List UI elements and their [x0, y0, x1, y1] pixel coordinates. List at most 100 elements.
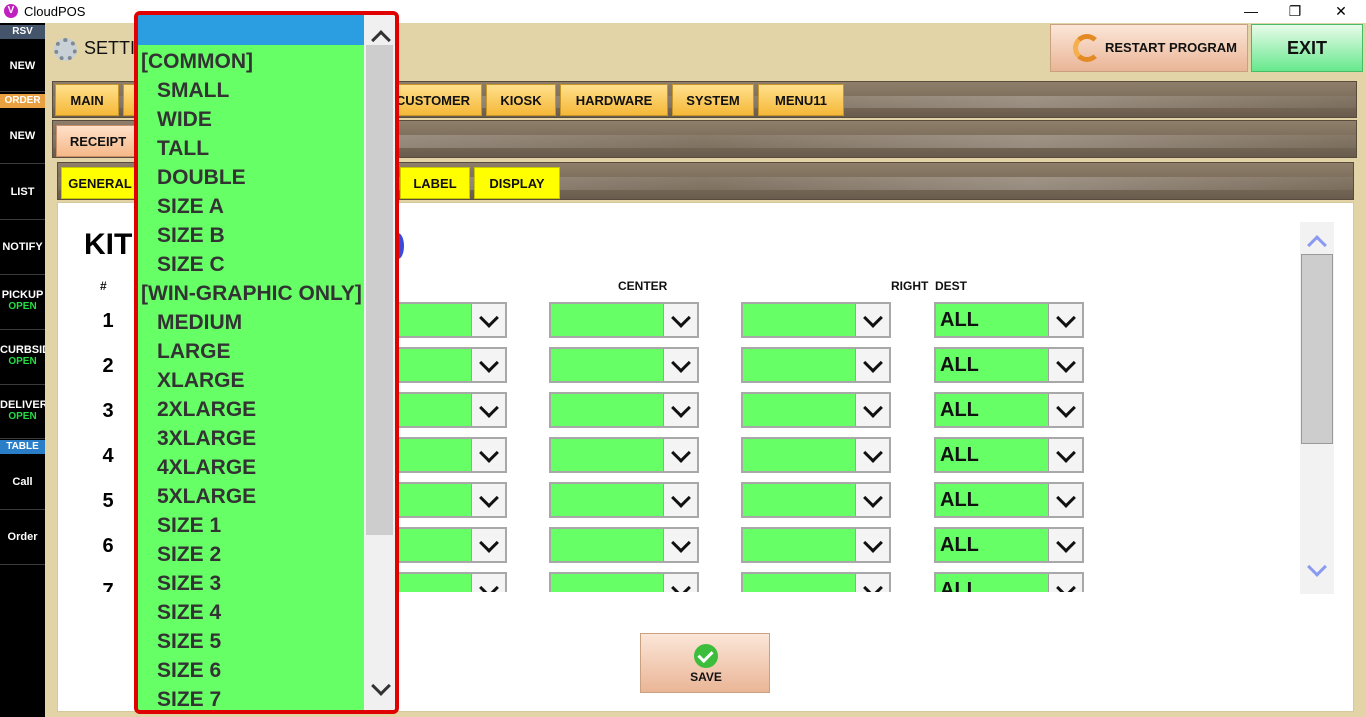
dropdown-option[interactable]: SIZE A	[138, 192, 364, 221]
right-select[interactable]	[741, 482, 891, 518]
center-select[interactable]	[549, 572, 699, 592]
exit-button[interactable]: EXIT	[1251, 24, 1363, 72]
save-label: SAVE	[690, 670, 722, 684]
center-select[interactable]	[549, 392, 699, 428]
order-new-label: NEW	[9, 130, 36, 142]
dropdown-option[interactable]: SIZE 6	[138, 656, 364, 685]
chevron-down-icon	[471, 394, 505, 426]
dest-value: ALL	[940, 534, 979, 556]
center-select[interactable]	[549, 482, 699, 518]
order-button[interactable]: Order	[0, 510, 45, 565]
row-number: 1	[102, 310, 114, 332]
dest-select[interactable]: ALL	[934, 572, 1084, 592]
right-select[interactable]	[741, 347, 891, 383]
dropdown-option[interactable]: SIZE 3	[138, 569, 364, 598]
order-new-button[interactable]: NEW	[0, 109, 45, 164]
dropdown-option[interactable]: 4XLARGE	[138, 453, 364, 482]
dest-value: ALL	[940, 354, 979, 376]
chevron-down-icon	[471, 484, 505, 516]
dropdown-option[interactable]: SIZE 1	[138, 511, 364, 540]
dest-select[interactable]: ALL	[934, 437, 1084, 473]
dest-value: ALL	[940, 444, 979, 466]
center-select[interactable]	[549, 347, 699, 383]
restart-program-button[interactable]: RESTART PROGRAM	[1050, 24, 1248, 72]
chevron-down-icon	[471, 574, 505, 592]
page-title: SETTI	[84, 38, 136, 58]
tab-receipt[interactable]: RECEIPT	[56, 125, 140, 157]
list-button[interactable]: LIST	[0, 164, 45, 220]
chevron-down-icon	[663, 529, 697, 561]
row-number: 5	[102, 490, 114, 512]
notify-button[interactable]: NOTIFY	[0, 220, 45, 275]
dest-select[interactable]: ALL	[934, 302, 1084, 338]
font-size-dropdown[interactable]: [COMMON] SMALL WIDE TALL DOUBLE SIZE A SIZE BS…	[134, 11, 399, 714]
dropdown-option[interactable]: 2XLARGE	[138, 395, 364, 424]
call-button[interactable]: Call	[0, 455, 45, 510]
rsv-new-button[interactable]: NEW	[0, 40, 45, 92]
center-select[interactable]	[549, 437, 699, 473]
tab-kiosk[interactable]: KIOSK	[486, 84, 556, 116]
dropdown-option[interactable]: MEDIUM	[138, 308, 364, 337]
right-select[interactable]	[741, 437, 891, 473]
dropdown-selected-row[interactable]	[138, 15, 364, 45]
center-select[interactable]	[549, 527, 699, 563]
curbside-button[interactable]: CURBSIDOPEN	[0, 330, 45, 385]
dropdown-option[interactable]: TALL	[138, 134, 364, 163]
dropdown-option[interactable]: WIDE	[138, 105, 364, 134]
dropdown-option[interactable]: 3XLARGE	[138, 424, 364, 453]
chevron-down-icon	[471, 439, 505, 471]
chevron-down-icon	[471, 529, 505, 561]
pickup-button[interactable]: PICKUP OPEN	[0, 275, 45, 330]
dropdown-option[interactable]: 5XLARGE	[138, 482, 364, 511]
dest-select[interactable]: ALL	[934, 482, 1084, 518]
content-scrollbar-thumb[interactable]	[1301, 254, 1333, 444]
tab-general[interactable]: GENERAL	[61, 167, 139, 199]
row-number: 7	[102, 580, 114, 592]
restore-button[interactable]: ❐	[1272, 0, 1318, 23]
center-select[interactable]	[549, 302, 699, 338]
chevron-down-icon	[1048, 394, 1082, 426]
order-header: ORDER	[0, 94, 45, 108]
minimize-button[interactable]: —	[1228, 0, 1274, 23]
list-label: LIST	[10, 186, 35, 198]
right-select[interactable]	[741, 527, 891, 563]
delivery-button[interactable]: DELIVER OPEN	[0, 385, 45, 439]
chevron-down-icon	[1048, 574, 1082, 592]
dropdown-option[interactable]: LARGE	[138, 337, 364, 366]
right-select[interactable]	[741, 302, 891, 338]
dropdown-group-header: [WIN-GRAPHIC ONLY]	[141, 282, 362, 305]
close-window-button[interactable]: ✕	[1318, 0, 1364, 23]
dropdown-option[interactable]: SIZE 7	[138, 685, 364, 710]
dest-value: ALL	[940, 399, 979, 421]
dest-value: ALL	[940, 489, 979, 511]
tab-hardware[interactable]: HARDWARE	[560, 84, 668, 116]
dropdown-option[interactable]: DOUBLE	[138, 163, 364, 192]
tab-label[interactable]: LABEL	[400, 167, 470, 199]
dropdown-option[interactable]: SIZE C	[138, 250, 364, 279]
tab-menu11[interactable]: MENU11	[758, 84, 844, 116]
dropdown-option[interactable]: XLARGE	[138, 366, 364, 395]
dropdown-option[interactable]: SIZE 5	[138, 627, 364, 656]
dest-select[interactable]: ALL	[934, 392, 1084, 428]
chevron-down-icon	[855, 349, 889, 381]
dropdown-option[interactable]: SIZE B	[138, 221, 364, 250]
chevron-down-icon	[855, 439, 889, 471]
right-select[interactable]	[741, 572, 891, 592]
row-number: 3	[102, 400, 114, 422]
dest-select[interactable]: ALL	[934, 527, 1084, 563]
tab-display[interactable]: DISPLAY	[474, 167, 560, 199]
dropdown-scrollbar-thumb[interactable]	[366, 45, 393, 535]
tab-system[interactable]: SYSTEM	[672, 84, 754, 116]
chevron-down-icon	[663, 349, 697, 381]
row-number: 6	[102, 535, 114, 557]
dropdown-option[interactable]: SIZE 4	[138, 598, 364, 627]
dropdown-option[interactable]: SIZE 2	[138, 540, 364, 569]
dropdown-option[interactable]: SMALL	[138, 76, 364, 105]
dest-select[interactable]: ALL	[934, 347, 1084, 383]
save-button[interactable]: SAVE	[640, 633, 770, 693]
right-select[interactable]	[741, 392, 891, 428]
checkmark-icon	[694, 644, 718, 668]
tab-main[interactable]: MAIN	[55, 84, 119, 116]
cloudpos-window: V CloudPOS — ❐ ✕ RSV NEW ORDER NEW LIST …	[0, 0, 1366, 717]
chevron-down-icon	[663, 484, 697, 516]
